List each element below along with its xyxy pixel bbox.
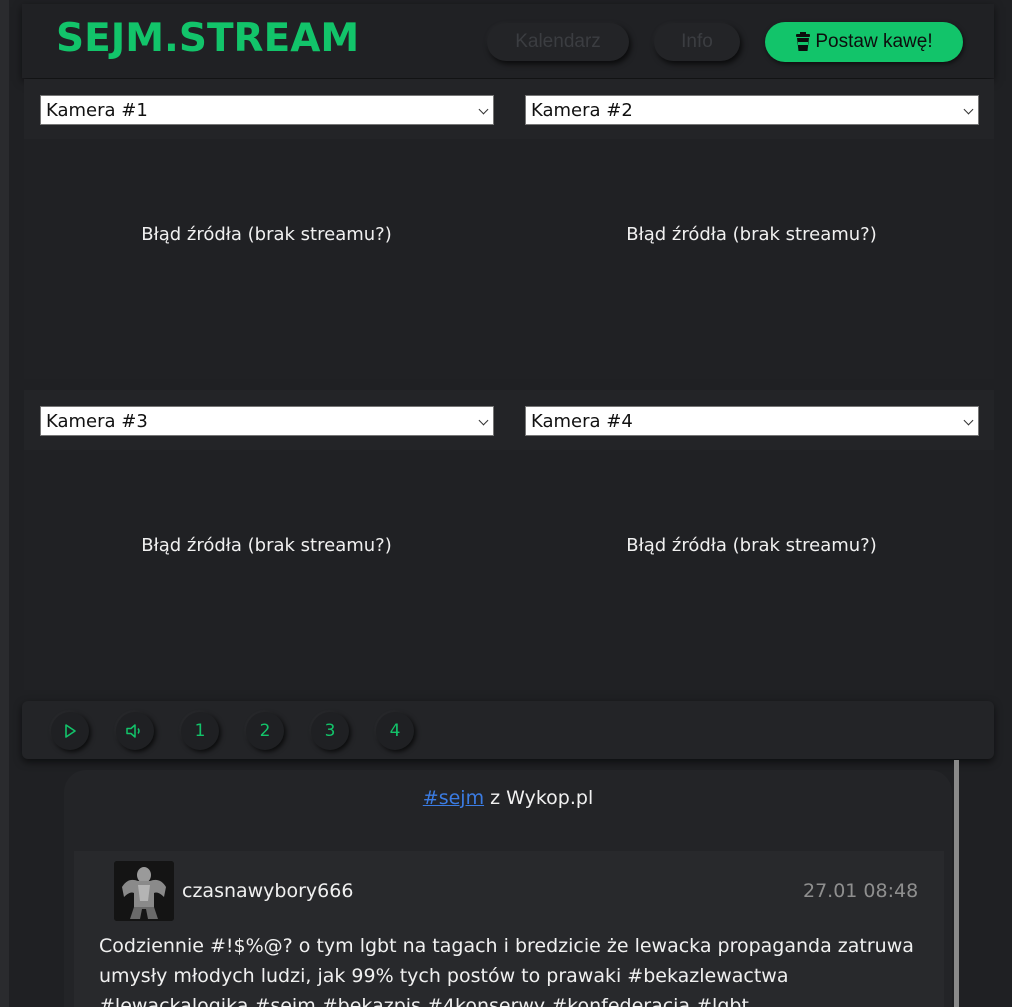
player-controls: 1 2 3 4 — [22, 701, 994, 759]
feed-header: #sejm z Wykop.pl — [64, 787, 952, 809]
post-timestamp: 27.01 08:48 — [803, 880, 919, 902]
info-button[interactable]: Info — [654, 23, 740, 61]
feed-source: z Wykop.pl — [484, 787, 594, 809]
play-button[interactable] — [51, 712, 89, 750]
camera-select-value: Kamera #2 — [531, 99, 633, 121]
play-icon — [65, 724, 76, 738]
camera-select-4[interactable]: Kamera #4 — [525, 406, 979, 436]
coffee-cup-icon — [796, 32, 811, 51]
mute-button[interactable] — [116, 712, 154, 750]
feed-scrollbar[interactable] — [954, 760, 959, 1007]
feed-post: czasnawybory666 27.01 08:48 Codziennie #… — [74, 851, 944, 1007]
post-body: Codziennie #!$%@? o tym lgbt na tagach i… — [99, 935, 914, 1007]
chevron-down-icon — [963, 415, 974, 426]
layout-3-button[interactable]: 3 — [311, 712, 349, 750]
layout-2-button[interactable]: 2 — [246, 712, 284, 750]
camera-panel-4: Kamera #4 Błąd źródła (brak streamu?) — [509, 390, 994, 690]
stream-error-message: Błąd źródła (brak streamu?) — [626, 535, 877, 556]
stream-error-message: Błąd źródła (brak streamu?) — [626, 224, 877, 245]
camera-panel-2: Kamera #2 Błąd źródła (brak streamu?) — [509, 79, 994, 379]
volume-icon — [126, 724, 140, 738]
window-edge — [0, 0, 9, 1007]
calendar-button[interactable]: Kalendarz — [487, 23, 629, 61]
header: SEJM.STREAM Kalendarz Info Postaw kawę! — [22, 4, 994, 78]
avatar[interactable] — [114, 861, 174, 921]
camera-select-2[interactable]: Kamera #2 — [525, 95, 979, 125]
chevron-down-icon — [478, 104, 489, 115]
post-username[interactable]: czasnawybory666 — [182, 880, 353, 902]
stream-error-message: Błąd źródła (brak streamu?) — [141, 224, 392, 245]
layout-4-button[interactable]: 4 — [376, 712, 414, 750]
buy-coffee-button[interactable]: Postaw kawę! — [765, 22, 963, 62]
site-logo[interactable]: SEJM.STREAM — [56, 16, 359, 61]
camera-select-value: Kamera #4 — [531, 410, 633, 432]
camera-panel-1: Kamera #1 Błąd źródła (brak streamu?) — [24, 79, 509, 379]
buy-coffee-label: Postaw kawę! — [815, 31, 933, 52]
camera-select-value: Kamera #1 — [46, 99, 148, 121]
camera-select-3[interactable]: Kamera #3 — [40, 406, 494, 436]
chevron-down-icon — [478, 415, 489, 426]
stream-error-message: Błąd źródła (brak streamu?) — [141, 535, 392, 556]
camera-select-value: Kamera #3 — [46, 410, 148, 432]
camera-panel-3: Kamera #3 Błąd źródła (brak streamu?) — [24, 390, 509, 690]
chevron-down-icon — [963, 104, 974, 115]
avatar-image — [114, 861, 174, 921]
sejm-tag-link[interactable]: #sejm — [423, 787, 484, 809]
layout-1-button[interactable]: 1 — [181, 712, 219, 750]
camera-select-1[interactable]: Kamera #1 — [40, 95, 494, 125]
